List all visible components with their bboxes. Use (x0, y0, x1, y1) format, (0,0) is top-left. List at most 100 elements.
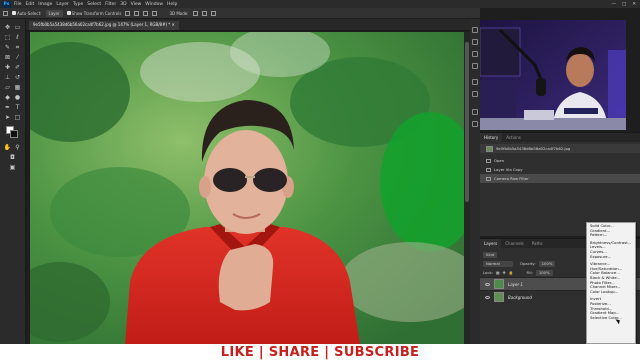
lock-position-icon[interactable]: ✥ (503, 270, 506, 275)
blend-mode-dropdown[interactable]: Normal (483, 260, 513, 267)
tools-panel: ✥ ▭ ⬚ ℓ ✎ ⌗ ⊠ ⁄ ✚ ✐ ⊥ ↺ ▱ ▦ ◆ ● ✒ T ➤ □ … (0, 19, 26, 360)
layer-thumbnail (494, 279, 504, 289)
color-panel-icon[interactable] (472, 27, 478, 33)
crop-icon[interactable]: ⌗ (13, 43, 22, 52)
eraser-icon[interactable]: ▱ (3, 83, 12, 92)
menu-view[interactable]: View (131, 2, 142, 7)
align-right-icon[interactable] (143, 10, 149, 16)
rectangle-icon[interactable]: □ (13, 113, 22, 122)
history-step-label: Layer Via Copy (494, 167, 523, 172)
options-bar: Auto-Select: Layer Show Transform Contro… (0, 8, 480, 19)
screen-mode-icon[interactable]: ▣ (8, 163, 17, 172)
align-center-icon[interactable] (134, 10, 140, 16)
history-snapshot[interactable]: 9e5fb0b5a5438d6b56a02ca4f7b62.jpg (480, 144, 640, 153)
window-controls: — □ ✕ (611, 2, 636, 7)
gradient-icon[interactable]: ▦ (13, 83, 22, 92)
pen-icon[interactable]: ✒ (3, 103, 12, 112)
snapshot-label: 9e5fb0b5a5438d6b56a02ca4f7b62.jpg (496, 146, 571, 151)
menu-type[interactable]: Type (73, 2, 83, 7)
frame-icon[interactable]: ⊠ (3, 53, 12, 62)
transform-controls-checkbox[interactable]: Show Transform Controls (66, 10, 121, 16)
lock-pixels-icon[interactable]: ▦ (496, 270, 500, 275)
document-tab-bar: 9e5fb0b5a5438d6b56a02ca4f7b62.jpg @ 147%… (26, 19, 480, 31)
distribute-icon[interactable] (152, 10, 158, 16)
history-step-selected[interactable]: Camera Raw Filter (480, 174, 640, 183)
brush-icon[interactable]: ✐ (13, 63, 22, 72)
blur-icon[interactable]: ◆ (3, 93, 12, 102)
menu-3d[interactable]: 3D (120, 2, 126, 7)
healing-brush-icon[interactable]: ✚ (3, 63, 12, 72)
brush-settings-icon[interactable] (472, 109, 478, 115)
quick-mask-icon[interactable]: ◘ (8, 153, 17, 162)
clone-stamp-icon[interactable]: ⊥ (3, 73, 12, 82)
hand-icon[interactable]: ✋ (3, 143, 12, 152)
roll-3d-icon[interactable] (201, 10, 207, 16)
eyedropper-icon[interactable]: ⁄ (13, 53, 22, 62)
menu-filter[interactable]: Filter (105, 2, 116, 7)
orbit-3d-icon[interactable] (192, 10, 198, 16)
tab-layers[interactable]: Layers (480, 239, 502, 248)
minimize-icon[interactable]: — (611, 2, 616, 7)
menu-window[interactable]: Window (145, 2, 163, 7)
auto-select-dropdown[interactable]: Layer (45, 9, 63, 17)
history-brush-icon[interactable]: ↺ (13, 73, 22, 82)
move-tool-icon[interactable] (3, 10, 8, 16)
swatches-panel-icon[interactable] (472, 39, 478, 45)
scrollbar-thumb[interactable] (465, 42, 469, 202)
webcam-image (480, 20, 626, 130)
pan-3d-icon[interactable] (210, 10, 216, 16)
history-step[interactable]: Layer Via Copy (480, 165, 640, 174)
align-left-icon[interactable] (125, 10, 131, 16)
history-panel: History Actions 9e5fb0b5a5438d6b56a02ca4… (480, 132, 640, 236)
menu-image[interactable]: Image (38, 2, 52, 7)
menu-item-selective-color[interactable]: Selective Color... (587, 315, 635, 321)
auto-select-checkbox[interactable]: Auto-Select: (12, 10, 42, 16)
tab-paths[interactable]: Paths (528, 239, 547, 248)
banner-text: LIKE | SHARE | SUBSCRIBE (220, 344, 420, 360)
lasso-icon[interactable]: ℓ (13, 33, 22, 42)
properties-panel-icon[interactable] (472, 79, 478, 85)
visibility-eye-icon[interactable] (485, 295, 490, 299)
menu-help[interactable]: Help (167, 2, 177, 7)
marquee-icon[interactable]: ⬚ (3, 33, 12, 42)
lock-label: Lock: (483, 270, 493, 275)
lock-all-icon[interactable]: 🔒 (509, 270, 514, 275)
layer-thumbnail (494, 292, 504, 302)
quick-select-icon[interactable]: ✎ (3, 43, 12, 52)
paragraph-panel-icon[interactable] (472, 91, 478, 97)
zoom-icon[interactable]: ⚲ (13, 143, 22, 152)
3d-mode-label: 3D Mode: (169, 10, 189, 16)
document-tab[interactable]: 9e5fb0b5a5438d6b56a02ca4f7b62.jpg @ 147%… (29, 21, 179, 30)
libraries-panel-icon[interactable] (472, 63, 478, 69)
menu-edit[interactable]: Edit (26, 2, 35, 7)
close-icon[interactable]: ✕ (632, 2, 636, 7)
adjustment-layer-menu: Solid Color... Gradient... Pattern... Br… (586, 222, 636, 344)
photoshop-window: Ps File Edit Image Layer Type Select Fil… (0, 0, 640, 360)
background-color-swatch[interactable] (10, 130, 18, 138)
glyphs-panel-icon[interactable] (472, 121, 478, 127)
adjustments-panel-icon[interactable] (472, 51, 478, 57)
snapshot-thumbnail (486, 145, 493, 152)
fill-input[interactable]: 100% (535, 269, 553, 276)
maximize-icon[interactable]: □ (622, 2, 626, 7)
history-step[interactable]: Open (480, 156, 640, 165)
document-canvas[interactable] (30, 32, 464, 344)
menu-layer[interactable]: Layer (56, 2, 69, 7)
history-step-label: Open (494, 158, 505, 163)
path-select-icon[interactable]: ➤ (3, 113, 12, 122)
opacity-input[interactable]: 100% (538, 260, 556, 267)
artboard-icon[interactable]: ▭ (13, 23, 22, 32)
type-icon[interactable]: T (13, 103, 22, 112)
layer-kind-filter[interactable]: Kind (483, 251, 498, 258)
menu-select[interactable]: Select (87, 2, 101, 7)
dodge-icon[interactable]: ● (13, 93, 22, 102)
tab-history[interactable]: History (480, 133, 503, 142)
history-step-label: Camera Raw Filter (494, 176, 529, 181)
move-tool-icon[interactable]: ✥ (3, 23, 12, 32)
visibility-eye-icon[interactable] (485, 282, 490, 286)
layer-step-icon (486, 167, 491, 172)
photoshop-logo: Ps (2, 0, 11, 8)
tab-actions[interactable]: Actions (502, 133, 525, 142)
menu-file[interactable]: File (14, 2, 22, 7)
tab-channels[interactable]: Channels (501, 239, 528, 248)
